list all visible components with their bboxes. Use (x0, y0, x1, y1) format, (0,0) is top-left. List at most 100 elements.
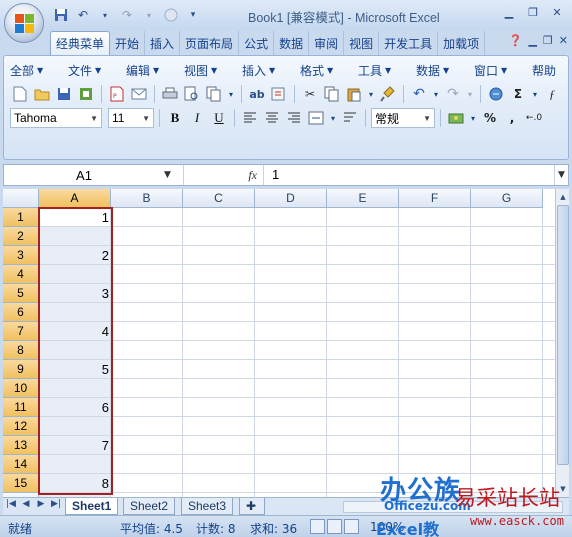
hyperlink-icon[interactable] (486, 84, 506, 104)
row-header[interactable]: 11 (3, 398, 39, 417)
expand-formula-icon[interactable]: ▼ (554, 165, 568, 185)
next-sheet-icon[interactable]: ▶ (35, 499, 47, 509)
column-header[interactable]: C (183, 189, 255, 208)
copy-preview-icon[interactable] (204, 84, 224, 104)
menu-all[interactable]: 全部 ▼ (10, 62, 68, 79)
row-header[interactable]: 9 (3, 360, 39, 379)
merge-center-icon[interactable] (306, 108, 326, 128)
row-header[interactable]: 12 (3, 417, 39, 436)
column-header[interactable]: G (471, 189, 543, 208)
insert-sheet-icon[interactable]: ✚ (239, 498, 265, 515)
undo-dropdown-icon[interactable]: ▾ (96, 6, 114, 24)
tab-addins[interactable]: 加载项 (438, 31, 486, 55)
page-break-view-icon[interactable] (344, 519, 359, 534)
sheet-tab-2[interactable]: Sheet2 (123, 498, 176, 515)
workbook-minimize-icon[interactable]: ▁ (528, 34, 536, 47)
column-header[interactable]: E (327, 189, 399, 208)
save-icon[interactable] (54, 84, 74, 104)
spelling-icon[interactable]: ab (247, 84, 267, 104)
workbook-restore-icon[interactable]: ❐ (543, 34, 553, 47)
column-header[interactable]: D (255, 189, 327, 208)
row-header[interactable]: 13 (3, 436, 39, 455)
align-right-icon[interactable] (284, 108, 304, 128)
menu-file[interactable]: 文件 ▼ (68, 62, 126, 79)
chevron-down-icon[interactable]: ▾ (530, 84, 540, 104)
redo-dropdown-icon[interactable]: ▾ (140, 6, 158, 24)
percent-button[interactable]: % (480, 108, 500, 128)
restore-icon[interactable]: ❐ (522, 3, 544, 21)
research-icon[interactable] (269, 84, 289, 104)
tab-page-layout[interactable]: 页面布局 (180, 31, 240, 55)
formula-input[interactable]: 1 (272, 167, 279, 182)
menu-window[interactable]: 窗口 ▼ (474, 62, 532, 79)
column-header[interactable]: F (399, 189, 471, 208)
chevron-down-icon[interactable]: ▾ (431, 84, 441, 104)
print-preview-icon[interactable] (182, 84, 202, 104)
redo-icon[interactable]: ↷ (118, 6, 136, 24)
insert-function-button[interactable]: fx (248, 168, 257, 183)
menu-view[interactable]: 视图 ▼ (184, 62, 242, 79)
column-header[interactable]: B (111, 189, 183, 208)
align-center-icon[interactable] (262, 108, 282, 128)
tab-classic-menu[interactable]: 经典菜单 (50, 31, 111, 55)
tab-insert[interactable]: 插入 (145, 31, 181, 55)
chevron-down-icon[interactable]: ▾ (226, 84, 236, 104)
comma-button[interactable]: , (502, 108, 522, 128)
customize-qat-icon[interactable]: ▾ (184, 6, 202, 24)
copy-icon[interactable] (322, 84, 342, 104)
office-button[interactable] (4, 3, 44, 43)
underline-button[interactable]: U (209, 108, 229, 128)
menu-data[interactable]: 数据 ▼ (416, 62, 474, 79)
sheet-tab-3[interactable]: Sheet3 (181, 498, 234, 515)
increase-decimal-icon[interactable]: ←.0 (524, 108, 544, 128)
row-header[interactable]: 6 (3, 303, 39, 322)
chevron-down-icon[interactable]: ▾ (468, 108, 478, 128)
autosum-icon[interactable]: Σ (508, 84, 528, 104)
worksheet-grid[interactable]: ABCDEFG 12345678910111213141516 12345678 (3, 189, 555, 497)
font-name-dropdown[interactable]: Tahoma ▼ (10, 108, 102, 128)
open-folder-icon[interactable] (32, 84, 52, 104)
scroll-up-icon[interactable]: ▲ (556, 190, 570, 204)
row-header[interactable]: 4 (3, 265, 39, 284)
chevron-down-icon[interactable]: ▾ (328, 108, 338, 128)
row-header[interactable]: 7 (3, 322, 39, 341)
row-header[interactable]: 5 (3, 284, 39, 303)
scroll-thumb[interactable] (557, 205, 569, 465)
name-box[interactable]: A1 ▼ (4, 165, 184, 185)
chevron-down-icon[interactable]: ▼ (164, 170, 171, 180)
currency-icon[interactable] (446, 108, 466, 128)
save-icon[interactable] (52, 6, 70, 24)
last-sheet-icon[interactable]: ▶| (50, 499, 62, 509)
italic-button[interactable]: I (187, 108, 207, 128)
menu-format[interactable]: 格式 ▼ (300, 62, 358, 79)
bold-button[interactable]: B (165, 108, 185, 128)
paste-icon[interactable] (344, 84, 364, 104)
print-icon[interactable] (160, 84, 180, 104)
tab-view[interactable]: 视图 (344, 31, 380, 55)
pdf-icon[interactable]: P (107, 84, 127, 104)
row-header[interactable]: 8 (3, 341, 39, 360)
tab-developer[interactable]: 开发工具 (379, 31, 439, 55)
wrap-text-icon[interactable] (340, 108, 360, 128)
row-header[interactable]: 10 (3, 379, 39, 398)
undo-icon[interactable]: ↶ (74, 6, 92, 24)
prev-sheet-icon[interactable]: ◀ (20, 499, 32, 509)
minimize-icon[interactable]: ▁ (498, 3, 520, 21)
tab-data[interactable]: 数据 (274, 31, 310, 55)
normal-view-icon[interactable] (310, 519, 325, 534)
align-left-icon[interactable] (240, 108, 260, 128)
select-all-corner[interactable] (3, 189, 39, 208)
font-size-dropdown[interactable]: 11 ▼ (108, 108, 154, 128)
menu-edit[interactable]: 编辑 ▼ (126, 62, 184, 79)
menu-insert[interactable]: 插入 ▼ (242, 62, 300, 79)
page-layout-view-icon[interactable] (327, 519, 342, 534)
menu-help[interactable]: 帮助 (532, 62, 566, 79)
row-header[interactable]: 1 (3, 208, 39, 227)
format-painter-icon[interactable] (378, 84, 398, 104)
number-format-dropdown[interactable]: 常规 ▼ (371, 108, 435, 128)
help-icon[interactable]: ❓ (509, 34, 523, 47)
tab-formulas[interactable]: 公式 (239, 31, 275, 55)
chevron-down-icon[interactable]: ▾ (366, 84, 376, 104)
cut-icon[interactable]: ✂ (300, 84, 320, 104)
row-header[interactable]: 15 (3, 474, 39, 493)
